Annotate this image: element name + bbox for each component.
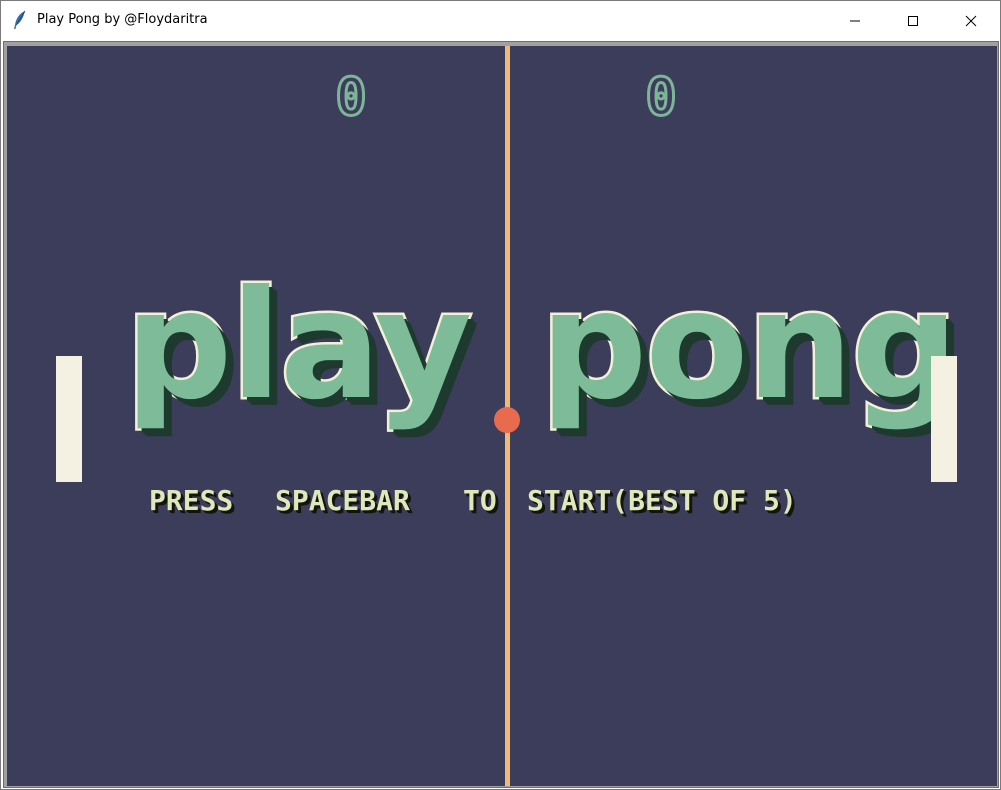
ball: [494, 407, 520, 433]
feather-icon: [14, 10, 26, 29]
logo-word-pong: pong: [538, 259, 962, 433]
left-paddle: [56, 356, 82, 482]
title-bar[interactable]: Play Pong by @Floydaritra: [1, 1, 1000, 40]
score-left: 0: [334, 68, 368, 128]
game-canvas[interactable]: 0 0 play pong PRESS SPACEBAR TO START(BE…: [7, 46, 997, 786]
prompt-word-start: START(BEST OF 5): [527, 484, 797, 517]
right-paddle: [931, 356, 957, 482]
prompt-word-spacebar: SPACEBAR: [275, 484, 410, 517]
window-title: Play Pong by @Floydaritra: [37, 12, 208, 27]
prompt-word-press: PRESS: [149, 484, 234, 517]
minimize-icon: [850, 20, 860, 21]
prompt-word-to: TO: [463, 484, 497, 517]
app-window: Play Pong by @Floydaritra 0 0 play pong: [0, 0, 1001, 790]
maximize-button[interactable]: [884, 1, 942, 40]
score-right: 0: [644, 68, 678, 128]
minimize-button[interactable]: [826, 1, 884, 40]
logo-word-play: play: [122, 259, 474, 433]
close-icon: [965, 15, 977, 26]
close-button[interactable]: [942, 1, 1000, 40]
maximize-icon: [908, 15, 918, 26]
